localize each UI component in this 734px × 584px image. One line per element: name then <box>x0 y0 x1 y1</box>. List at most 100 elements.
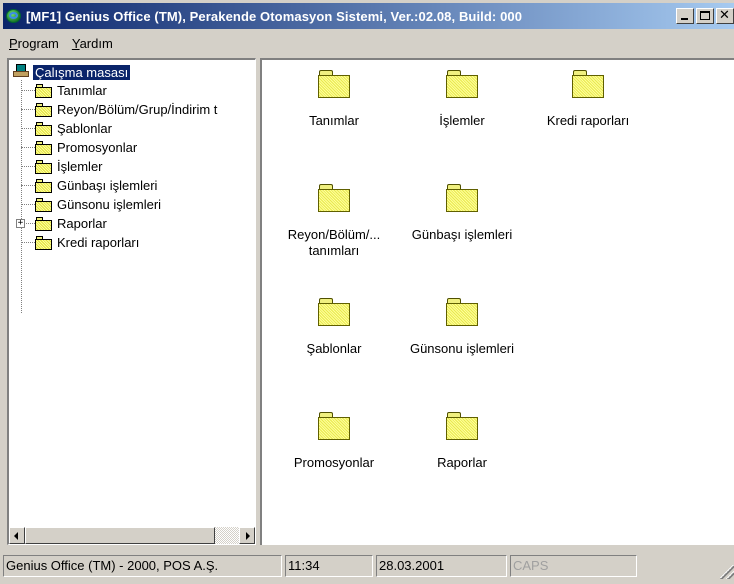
folder-icon <box>35 216 53 231</box>
folder-icon <box>35 235 53 250</box>
arrow-left-icon <box>14 532 18 540</box>
status-app: Genius Office (TM) - 2000, POS A.Ş. <box>3 555 282 577</box>
title-bar[interactable]: [MF1] Genius Office (TM), Perakende Otom… <box>3 3 734 29</box>
menu-yardim-accel: Y <box>71 35 80 51</box>
close-button[interactable]: ✕ <box>716 8 734 24</box>
tree-item-label: Promosyonlar <box>57 140 138 155</box>
desktop-folder-item[interactable]: Günsonu işlemleri <box>402 298 522 357</box>
folder-label: Reyon/Bölüm/... <box>287 227 381 242</box>
scroll-right-button[interactable] <box>239 527 255 544</box>
arrow-right-icon <box>246 532 250 540</box>
scroll-thumb[interactable] <box>25 527 215 544</box>
maximize-icon <box>700 11 710 20</box>
menu-yardim-label: ardım <box>79 35 113 51</box>
tree-item-label: Reyon/Bölüm/Grup/İndirim t <box>57 102 218 117</box>
status-date: 28.03.2001 <box>376 555 507 577</box>
window-controls: ✕ <box>676 8 734 24</box>
folder-label: Günbaşı işlemleri <box>411 227 513 242</box>
icon-panel: Tanımlar İşlemler Kredi raporları Reyon/Böl… <box>260 58 734 545</box>
scroll-left-button[interactable] <box>9 527 25 544</box>
tree-view: Çalışma masası Tanımlar Reyon/Bölüm/Grup/… <box>9 60 255 526</box>
desktop-folder-item[interactable]: İşlemler <box>402 70 522 129</box>
tree-item[interactable]: + Raporlar <box>16 214 107 233</box>
tree-connector-h <box>21 128 35 129</box>
folder-label: Kredi raporları <box>546 113 630 128</box>
tree-panel: Çalışma masası Tanımlar Reyon/Bölüm/Grup/… <box>7 58 256 545</box>
tree-item[interactable]: Kredi raporları <box>21 233 139 252</box>
tree-root[interactable]: Çalışma masası <box>12 63 132 81</box>
tree-connector-h <box>21 242 35 243</box>
tree-connector-h <box>21 185 35 186</box>
window-title: [MF1] Genius Office (TM), Perakende Otom… <box>26 8 523 24</box>
menu-bar: Program Yardım <box>3 33 120 53</box>
folder-icon <box>35 178 53 193</box>
folder-label: Tanımlar <box>309 113 359 128</box>
app-window: [MF1] Genius Office (TM), Perakende Otom… <box>0 0 734 584</box>
menu-yardim[interactable]: Yardım <box>66 36 120 51</box>
folder-icon <box>35 159 53 174</box>
tree-item-label: Günbaşı işlemleri <box>57 178 158 193</box>
status-time: 11:34 <box>285 555 373 577</box>
tree-connector-h <box>21 90 35 91</box>
tree-connector-h <box>21 204 35 205</box>
menu-program-label: rogram <box>17 35 59 51</box>
tree-item[interactable]: Tanımlar <box>21 81 107 100</box>
tree-item-label: İşlemler <box>57 159 103 174</box>
tree-connector-h <box>21 109 35 110</box>
folder-label: İşlemler <box>439 113 485 128</box>
tree-connector-h <box>21 147 35 148</box>
desktop-folder-item[interactable]: Reyon/Bölüm/... tanımları <box>274 184 394 259</box>
desktop-folder-item[interactable]: Raporlar <box>402 412 522 471</box>
folder-icon <box>572 70 604 98</box>
menu-program[interactable]: Program <box>3 36 66 51</box>
folder-label: Raporlar <box>437 455 487 470</box>
app-globe-icon[interactable] <box>6 8 22 24</box>
tree-item-label: Raporlar <box>57 216 107 231</box>
tree-item[interactable]: Promosyonlar <box>21 138 137 157</box>
folder-icon <box>35 121 53 136</box>
expand-toggle[interactable]: + <box>16 219 25 228</box>
tree-item[interactable]: Reyon/Bölüm/Grup/İndirim t <box>21 100 217 119</box>
desktop-folder-item[interactable]: Günbaşı işlemleri <box>402 184 522 243</box>
folder-icon <box>446 298 478 326</box>
status-bar: Genius Office (TM) - 2000, POS A.Ş. 11:3… <box>3 555 734 581</box>
folder-icon <box>318 184 350 212</box>
folder-icon <box>318 298 350 326</box>
maximize-button[interactable] <box>696 8 714 24</box>
folder-label: Günsonu işlemleri <box>409 341 515 356</box>
folder-icon <box>446 184 478 212</box>
resize-grip[interactable] <box>720 565 734 579</box>
folder-icon <box>318 70 350 98</box>
minimize-icon <box>681 18 688 20</box>
folder-icon <box>35 102 53 117</box>
desktop-folder-item[interactable]: Kredi raporları <box>528 70 648 129</box>
folder-icon <box>446 70 478 98</box>
tree-item[interactable]: Günsonu işlemleri <box>21 195 161 214</box>
tree-item[interactable]: Şablonlar <box>21 119 112 138</box>
folder-icon <box>35 140 53 155</box>
desktop-folder-item[interactable]: Tanımlar <box>274 70 394 129</box>
tree-connector-h <box>21 166 35 167</box>
desktop-icon <box>12 64 30 80</box>
status-caps: CAPS <box>510 555 637 577</box>
folder-icon <box>318 412 350 440</box>
menu-program-accel: P <box>9 35 18 51</box>
tree-root-label: Çalışma masası <box>31 63 132 81</box>
folder-label: Promosyonlar <box>293 455 375 470</box>
desktop-folder-item[interactable]: Promosyonlar <box>274 412 394 471</box>
tree-item-label: Kredi raporları <box>57 235 140 250</box>
tree-item[interactable]: İşlemler <box>21 157 103 176</box>
tree-item-label: Şablonlar <box>57 121 112 136</box>
tree-item-label: Tanımlar <box>57 83 107 98</box>
scroll-track[interactable] <box>215 527 239 544</box>
folder-icon <box>446 412 478 440</box>
minimize-button[interactable] <box>676 8 694 24</box>
folder-label-line2: tanımları <box>308 243 360 258</box>
tree-item[interactable]: Günbaşı işlemleri <box>21 176 157 195</box>
tree-item-label: Günsonu işlemleri <box>57 197 162 212</box>
folder-label: Şablonlar <box>306 341 362 356</box>
folder-icon <box>35 197 53 212</box>
horizontal-scrollbar[interactable] <box>9 527 255 544</box>
desktop-folder-item[interactable]: Şablonlar <box>274 298 394 357</box>
close-icon: ✕ <box>719 8 730 23</box>
